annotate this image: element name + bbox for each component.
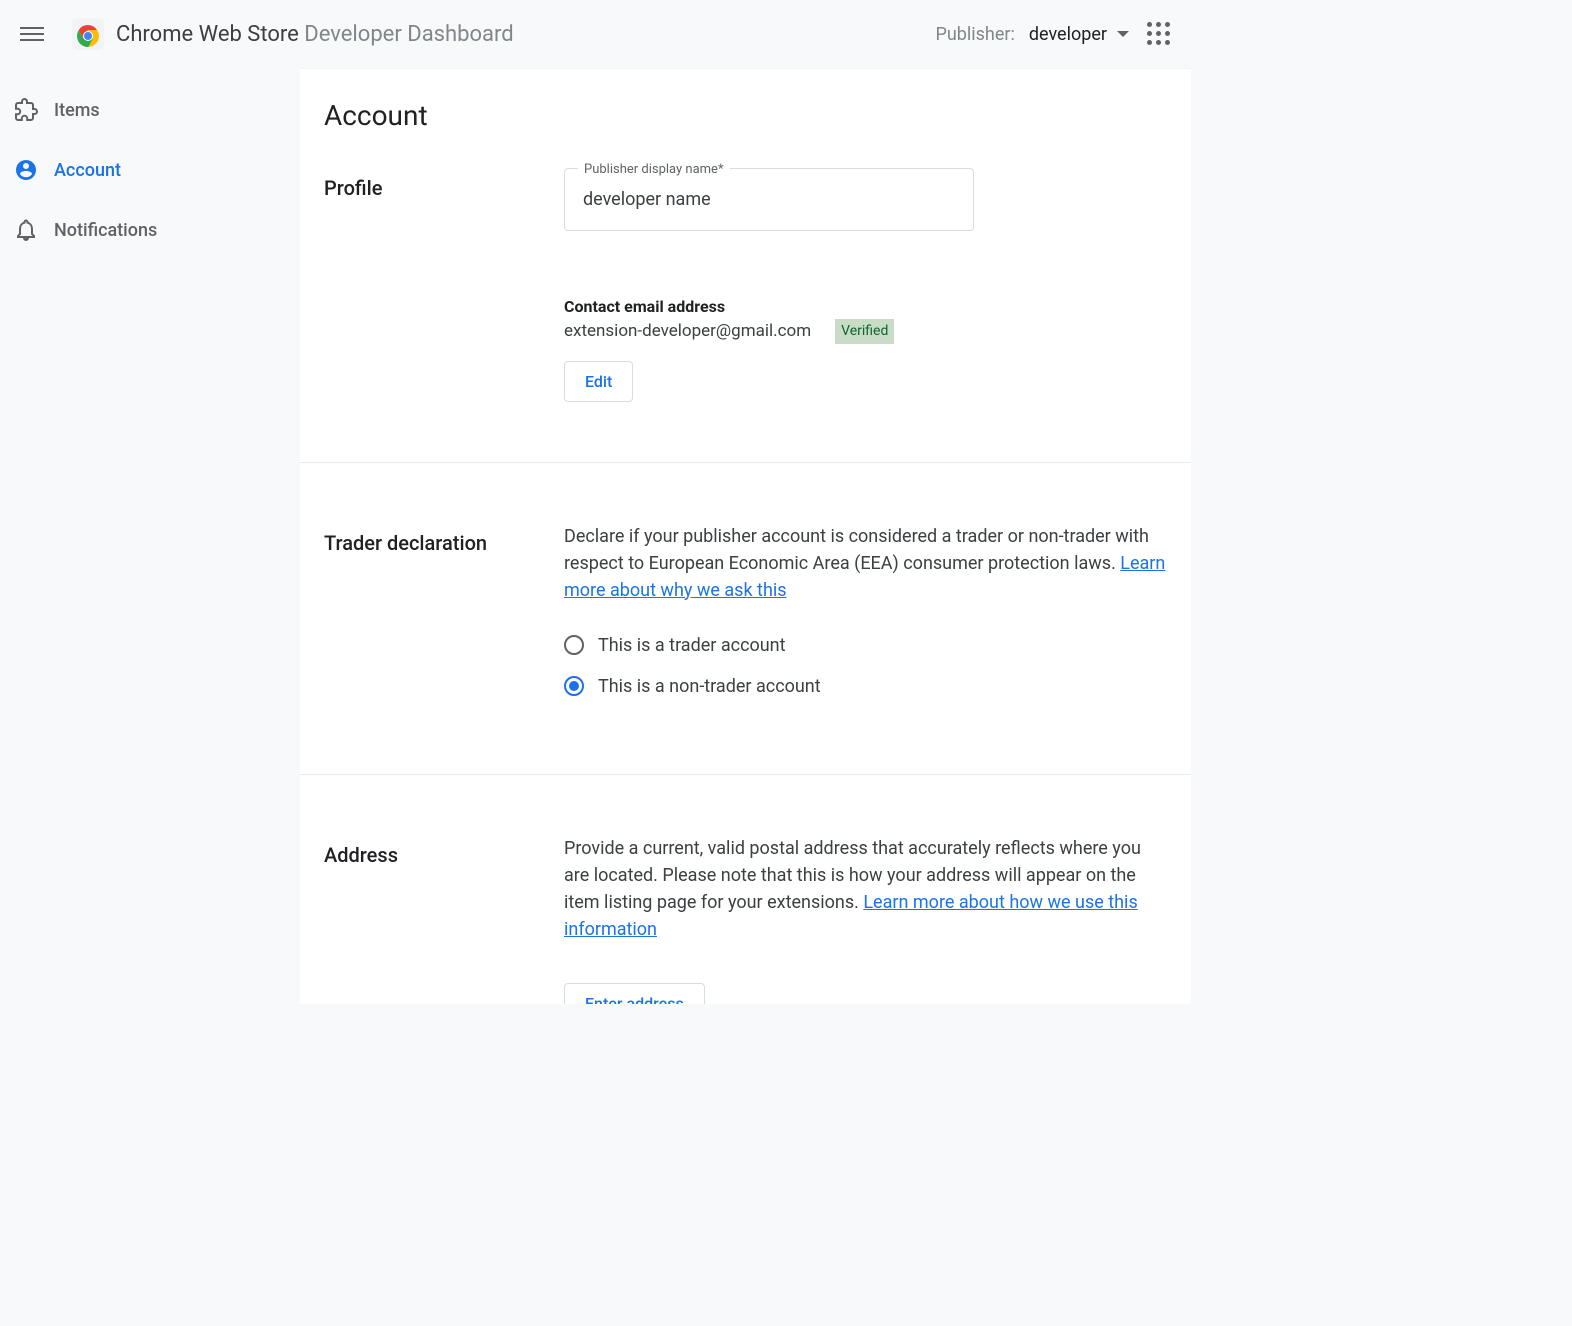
edit-email-button[interactable]: Edit bbox=[564, 361, 633, 402]
google-apps-icon[interactable] bbox=[1147, 22, 1171, 46]
radio-icon-selected bbox=[564, 676, 584, 696]
account-icon bbox=[14, 158, 38, 182]
publisher-value: developer bbox=[1029, 24, 1107, 45]
verified-badge: Verified bbox=[835, 319, 894, 344]
radio-icon bbox=[564, 635, 584, 655]
sidebar-item-label: Account bbox=[54, 160, 121, 181]
section-label-trader: Trader declaration bbox=[324, 523, 564, 714]
enter-address-button[interactable]: Enter address bbox=[564, 983, 705, 1005]
sidebar: Items Account Notifications bbox=[0, 68, 300, 1004]
contact-email-value: extension-developer@gmail.com bbox=[564, 319, 811, 345]
address-section: Address Provide a current, valid postal … bbox=[300, 775, 1191, 1005]
section-label-profile: Profile bbox=[324, 168, 564, 402]
publisher-label: Publisher: bbox=[936, 24, 1015, 45]
display-name-label: Publisher display name* bbox=[578, 160, 730, 180]
sidebar-item-label: Items bbox=[54, 100, 100, 121]
address-description: Provide a current, valid postal address … bbox=[564, 835, 1167, 943]
section-label-address: Address bbox=[324, 835, 564, 1005]
profile-section: Profile Publisher display name* Contact … bbox=[300, 168, 1191, 463]
app-header: Chrome Web Store Developer Dashboard Pub… bbox=[0, 0, 1191, 68]
radio-label: This is a non-trader account bbox=[598, 673, 821, 700]
main-content: Account Profile Publisher display name* … bbox=[300, 68, 1191, 1004]
trader-section: Trader declaration Declare if your publi… bbox=[300, 463, 1191, 775]
extension-icon bbox=[14, 98, 38, 122]
radio-label: This is a trader account bbox=[598, 632, 786, 659]
bell-icon bbox=[14, 218, 38, 242]
radio-trader-account[interactable]: This is a trader account bbox=[564, 632, 1167, 659]
menu-icon[interactable] bbox=[20, 22, 44, 46]
trader-description: Declare if your publisher account is con… bbox=[564, 523, 1167, 604]
sidebar-item-items[interactable]: Items bbox=[0, 80, 300, 140]
publisher-display-name-field: Publisher display name* bbox=[564, 168, 974, 231]
contact-email-label: Contact email address bbox=[564, 295, 1167, 319]
sidebar-item-account[interactable]: Account bbox=[0, 140, 300, 200]
publisher-dropdown[interactable]: developer bbox=[1029, 24, 1129, 45]
radio-nontrader-account[interactable]: This is a non-trader account bbox=[564, 673, 1167, 700]
sidebar-item-notifications[interactable]: Notifications bbox=[0, 200, 300, 260]
sidebar-item-label: Notifications bbox=[54, 220, 157, 241]
app-title: Chrome Web Store Developer Dashboard bbox=[116, 22, 514, 47]
chrome-web-store-logo bbox=[72, 18, 104, 50]
page-title: Account bbox=[300, 99, 1191, 168]
dropdown-caret-icon bbox=[1117, 31, 1129, 37]
